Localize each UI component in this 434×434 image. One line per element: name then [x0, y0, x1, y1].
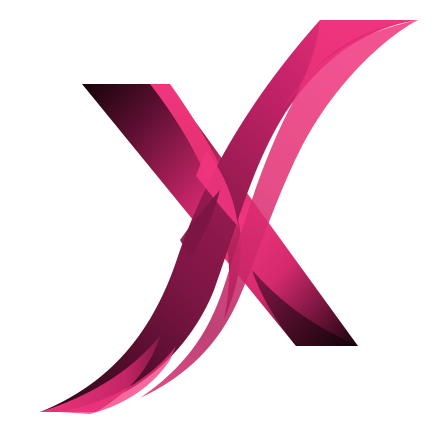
logo-canvas [0, 0, 434, 434]
x-letter-logo-icon [40, 20, 418, 414]
